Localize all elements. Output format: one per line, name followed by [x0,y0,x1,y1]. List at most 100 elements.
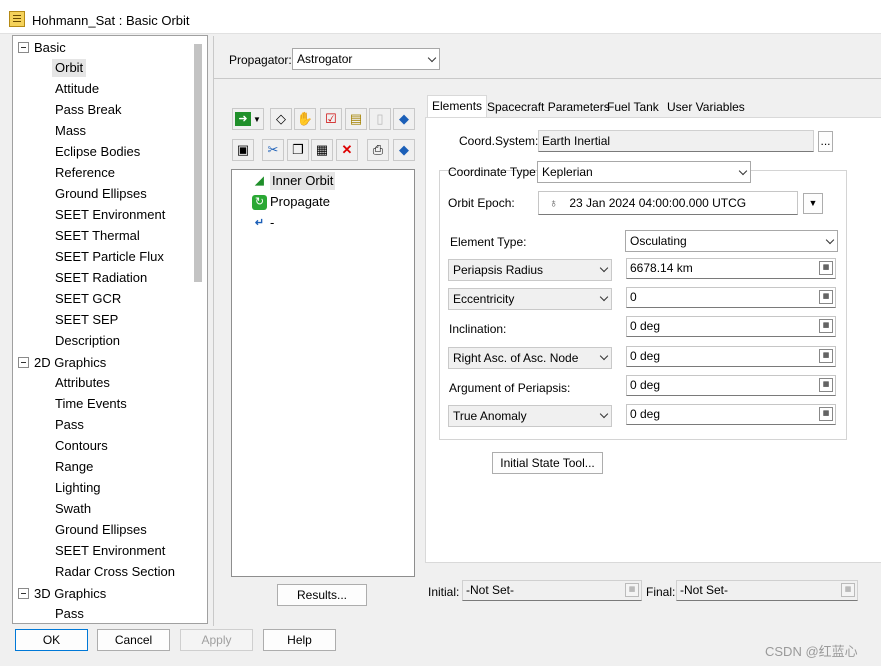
scissors-icon: ✂ [267,142,279,157]
tree-item-pass-break[interactable]: Pass Break [52,101,124,119]
properties-button[interactable]: ▣ [232,139,254,161]
calculator-icon[interactable]: ▦ [625,583,639,597]
tab-elements[interactable]: Elements [427,95,488,118]
tree-item-seet-sep[interactable]: SEET SEP [52,311,121,329]
tree-item-time-events[interactable]: Time Events [52,395,130,413]
tree-item-contours[interactable]: Contours [52,437,111,455]
periapsis-radius-input[interactable]: 6678.14 km ▦ [626,258,836,279]
mission-sequence-list[interactable]: ◢ Inner Orbit ↻ Propagate ↵ - [231,169,415,577]
final-field[interactable]: -Not Set- ▦ [676,580,858,601]
cut-button[interactable]: ✂ [262,139,284,161]
tree-item-eclipse-bodies[interactable]: Eclipse Bodies [52,143,143,161]
element-type-select[interactable]: Osculating [625,230,838,252]
watermark: CSDN @红蓝心 [765,644,858,659]
raan-select[interactable]: Right Asc. of Asc. Node [448,347,612,369]
properties-tree[interactable]: Basic Orbit Attitude Pass Break Mass Ecl… [12,35,208,624]
true-anomaly-input[interactable]: 0 deg ▦ [626,404,836,425]
initial-field[interactable]: -Not Set- ▦ [462,580,642,601]
tree-item-pass-3d[interactable]: Pass [52,605,87,623]
hand-icon: ✋ [296,111,314,126]
insert-segment-button[interactable]: ➜ ▼ [232,108,264,130]
raan-input[interactable]: 0 deg ▦ [626,346,836,367]
eraser-button[interactable]: ◇ [270,108,292,130]
collapse-icon[interactable] [18,587,29,599]
calculator-icon[interactable]: ▦ [819,261,833,275]
tree-item-description[interactable]: Description [52,332,123,350]
delete-button[interactable]: ✕ [336,139,358,161]
final-label: Final: [646,585,676,599]
tree-item-attributes[interactable]: Attributes [52,374,113,392]
calculator-icon[interactable]: ▦ [819,407,833,421]
tab-fuel-tank[interactable]: Fuel Tank [603,97,663,118]
calculator-icon[interactable]: ▦ [819,349,833,363]
tree-item-lighting[interactable]: Lighting [52,479,104,497]
coord-type-select[interactable]: Keplerian [537,161,751,183]
tree-item-swath[interactable]: Swath [52,500,94,518]
add-to-library-button[interactable]: ◆ [393,108,415,130]
tree-item-reference[interactable]: Reference [52,164,118,182]
coord-system-field[interactable]: Earth Inertial [538,130,814,152]
tree-item-seet-thermal[interactable]: SEET Thermal [52,227,143,245]
calculator-icon[interactable]: ▦ [819,290,833,304]
tree-item-radar-cross-section[interactable]: Radar Cross Section [52,563,178,581]
orbit-epoch-field[interactable]: ♁ 23 Jan 2024 04:00:00.000 UTCG [538,191,798,215]
tree-group-label: Basic [34,39,66,55]
tree-item-seet-radiation[interactable]: SEET Radiation [52,269,150,287]
cancel-button[interactable]: Cancel [97,629,170,651]
mcs-button[interactable]: ⎙ [367,139,389,161]
collapse-icon[interactable] [18,41,29,53]
apply-button[interactable]: Apply [180,629,253,651]
tree-group-2d-graphics[interactable]: 2D Graphics [18,353,106,371]
argument-of-periapsis-input[interactable]: 0 deg ▦ [626,375,836,396]
tree-item-mass[interactable]: Mass [52,122,89,140]
notepad-icon: ▤ [349,111,363,126]
initial-state-tool-button[interactable]: Initial State Tool... [492,452,603,474]
calculator-icon[interactable]: ▦ [841,583,855,597]
results-button[interactable]: Results... [277,584,367,606]
chevron-down-icon [599,409,609,419]
run-button[interactable]: ◆ [393,139,415,161]
coord-system-browse-button[interactable]: ... [818,131,833,152]
tab-spacecraft-parameters[interactable]: Spacecraft Parameters [483,97,614,118]
ok-button[interactable]: OK [15,629,88,651]
sequence-item-propagate[interactable]: ↻ Propagate [252,193,330,211]
check-button[interactable]: ☑ [320,108,342,130]
tree-item-pass[interactable]: Pass [52,416,87,434]
calculator-icon[interactable]: ▦ [819,319,833,333]
sequence-item-return[interactable]: ↵ - [252,214,274,232]
eccentricity-select[interactable]: Eccentricity [448,288,612,310]
collapse-icon[interactable] [18,356,29,368]
tree-group-basic[interactable]: Basic [18,38,66,56]
copy-button[interactable]: ❐ [287,139,309,161]
tree-scrollbar-thumb[interactable] [194,44,202,282]
tree-item-seet-particle-flux[interactable]: SEET Particle Flux [52,248,167,266]
tree-item-range[interactable]: Range [52,458,96,476]
inclination-input[interactable]: 0 deg ▦ [626,316,836,337]
tree-item-seet-gcr[interactable]: SEET GCR [52,290,124,308]
diamond-arrow-icon: ◆ [399,142,409,157]
tree-item-attitude[interactable]: Attitude [52,80,102,98]
tab-user-variables[interactable]: User Variables [663,97,749,118]
disabled-button[interactable]: ▯ [369,108,391,130]
help-button[interactable]: Help [263,629,336,651]
orbit-epoch-value: 23 Jan 2024 04:00:00.000 UTCG [569,196,747,210]
true-anomaly-select[interactable]: True Anomaly [448,405,612,427]
orbit-epoch-dropdown-button[interactable]: ▼ [803,193,823,214]
notes-button[interactable]: ▤ [345,108,367,130]
printer-icon: ⎙ [372,142,384,157]
tree-group-3d-graphics[interactable]: 3D Graphics [18,584,106,602]
properties-icon: ▣ [236,142,250,157]
paste-button[interactable]: ▦ [311,139,333,161]
calculator-icon[interactable]: ▦ [819,378,833,392]
propagator-select[interactable]: Astrogator [292,48,440,70]
eccentricity-input[interactable]: 0 ▦ [626,287,836,308]
tree-item-seet-environment-2d[interactable]: SEET Environment [52,542,168,560]
tree-item-orbit[interactable]: Orbit [52,59,87,77]
tree-item-seet-environment[interactable]: SEET Environment [52,206,168,224]
initial-label: Initial: [428,585,460,599]
periapsis-radius-select[interactable]: Periapsis Radius [448,259,612,281]
tree-item-ground-ellipses[interactable]: Ground Ellipses [52,185,150,203]
hand-button[interactable]: ✋ [294,108,316,130]
tree-item-ground-ellipses-2d[interactable]: Ground Ellipses [52,521,150,539]
sequence-item-inner-orbit[interactable]: ◢ Inner Orbit [252,172,336,190]
